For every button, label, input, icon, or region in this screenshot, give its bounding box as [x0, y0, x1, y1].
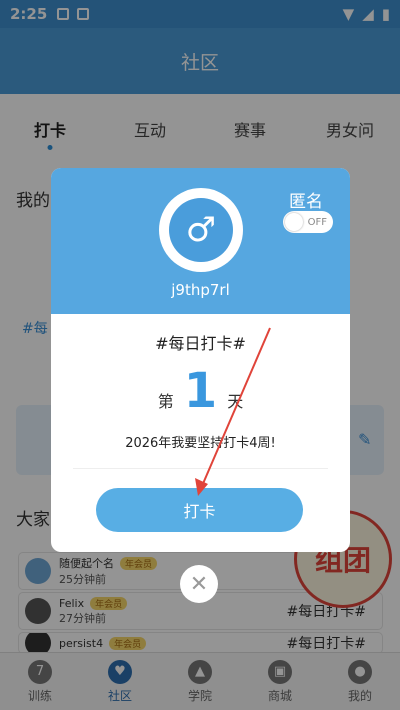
day-prefix: 第: [157, 392, 174, 411]
checkin-dialog: ♂ j9thp7rl 匿名 OFF #每日打卡# 第 1 天 2026年我要坚持…: [51, 168, 350, 552]
goal-text: 2026年我要坚持打卡4周!: [125, 436, 276, 451]
toggle-state: OFF: [307, 216, 327, 228]
username: j9thp7rl: [171, 281, 230, 299]
anonymous-toggle[interactable]: OFF: [283, 211, 333, 233]
male-profile-icon: ♂: [169, 198, 233, 262]
toggle-knob: [285, 213, 303, 231]
close-icon[interactable]: ✕: [180, 565, 218, 603]
checkin-topic: #每日打卡#: [155, 334, 246, 353]
divider: [73, 468, 328, 469]
checkin-button[interactable]: 打卡: [96, 488, 303, 532]
anonymous-label: 匿名: [289, 192, 323, 212]
day-number: 1: [183, 363, 218, 419]
avatar: ♂: [159, 188, 243, 272]
day-counter: 第 1 天: [51, 363, 350, 419]
day-suffix: 天: [227, 392, 244, 411]
